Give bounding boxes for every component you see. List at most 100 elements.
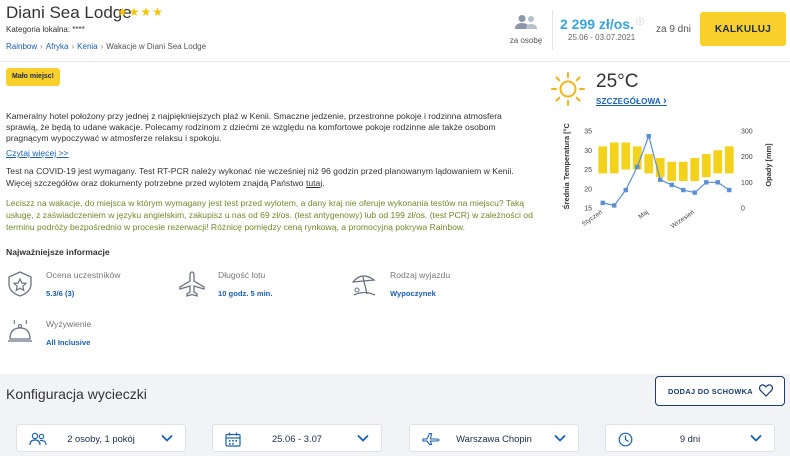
duration-select[interactable]: 9 dni	[605, 424, 775, 452]
trip-days: za 9 dni	[656, 24, 692, 35]
weather-details-label: SZCZEGÓŁOWA	[596, 97, 661, 106]
dates-value: 25.06 - 3.07	[271, 433, 323, 444]
chart-bar	[690, 157, 700, 182]
price-per-person: 2 299 zł/os. ⓘ	[560, 16, 644, 32]
covid-text-end: .	[322, 177, 325, 188]
info-trip-title: Rodzaj wyjazdu	[390, 270, 451, 280]
breadcrumb-rainbow[interactable]: Rainbow	[6, 42, 37, 51]
read-more-link[interactable]: Czytaj więcej >>	[6, 148, 69, 158]
chevron-down-icon	[554, 434, 566, 442]
chart-ylabel-left: Średnia Temperatura [°C]	[562, 123, 571, 209]
chart-ytick-right: 0	[741, 206, 745, 213]
chart-ytick-left: 35	[584, 129, 592, 136]
trip-configuration: Konfiguracja wycieczki DODAJ DO SCHOWKA …	[0, 374, 790, 456]
info-flight-length: Długość lotu 10 godz. 5 min.	[178, 270, 348, 304]
chart-point	[704, 180, 709, 185]
chart-ytick-right: 200	[741, 154, 753, 161]
info-rating-value[interactable]: 5.3/6 (3)	[46, 289, 74, 298]
chevron-down-icon	[357, 434, 369, 442]
chevron-right-icon: ›	[663, 95, 667, 107]
covid-info: Test na COVID-19 jest wymagany. Test RT-…	[6, 166, 536, 189]
participants-value: 2 osoby, 1 pokój	[67, 433, 135, 444]
chart-point	[715, 180, 720, 185]
local-category: Kategoria lokalna: ****	[6, 25, 85, 34]
divider	[552, 10, 553, 50]
covid-text: Test na COVID-19 jest wymagany. Test RT-…	[6, 166, 514, 188]
departure-airport-select[interactable]: Warszawa Chopin	[409, 424, 579, 452]
chart-point	[727, 187, 732, 193]
chart-point	[658, 177, 663, 182]
chart-ytick-left: 30	[584, 148, 592, 155]
chart-bar	[701, 154, 711, 178]
chart-point	[612, 203, 617, 208]
dates-select[interactable]: 25.06 - 3.07	[212, 424, 382, 452]
add-to-clipboard-label: DODAJ DO SCHOWKA	[668, 386, 753, 396]
breadcrumb-current: Wakacje w Diani Sea Lodge	[106, 42, 207, 51]
people-icon	[515, 15, 537, 29]
info-trip-value[interactable]: Wypoczynek	[390, 289, 436, 298]
chevron-down-icon	[161, 434, 173, 442]
info-board-title: Wyżywienie	[46, 319, 92, 329]
heart-icon	[759, 384, 773, 397]
chart-bar	[713, 150, 723, 174]
star-shield-icon	[8, 271, 32, 297]
chart-bar	[598, 146, 608, 174]
info-trip-type: Rodzaj wyjazdu Wypoczynek	[350, 270, 520, 304]
chart-point	[600, 200, 605, 206]
info-rating: Ocena uczestników 5.3/6 (3)	[6, 270, 176, 304]
persons-selector[interactable]: za osobę	[506, 14, 546, 45]
hotel-stars: ★★★★	[117, 5, 165, 19]
chart-xtick: Wrzesień	[670, 209, 696, 230]
info-board: Wyżywienie All Inclusive	[6, 319, 176, 353]
price-value: 2 299 zł/os.	[560, 16, 634, 32]
info-board-value[interactable]: All Inclusive	[46, 338, 90, 347]
info-flight-title: Długość lotu	[218, 270, 266, 280]
chevron-down-icon	[750, 434, 762, 442]
breadcrumb-kenia[interactable]: Kenia	[77, 42, 97, 51]
covid-link[interactable]: tutaj	[306, 178, 322, 188]
configuration-title: Konfiguracja wycieczki	[6, 386, 147, 402]
chevron-right-icon: ›	[100, 42, 104, 51]
calculate-button[interactable]: KALKULUJ	[700, 12, 786, 46]
chart-ytick-right: 100	[741, 180, 753, 187]
covid-test-offer: Leciszz na wakacje, do miejsca w którym …	[6, 198, 533, 232]
chart-point	[681, 187, 686, 193]
trip-dates: 25.06 - 03.07.2021	[568, 33, 636, 42]
chart-point	[692, 190, 697, 195]
hotel-description: Kameralny hotel położony przy jednej z n…	[6, 111, 502, 143]
beach-umbrella-icon	[351, 275, 376, 296]
chart-point	[646, 133, 651, 139]
current-temperature: 25°C	[596, 71, 639, 92]
duration-value: 9 dni	[679, 433, 701, 444]
chart-ytick-right: 300	[741, 129, 753, 136]
chart-bar	[644, 154, 654, 174]
chart-bar	[724, 146, 734, 174]
chart-bar	[667, 161, 677, 182]
chart-bar	[609, 142, 619, 174]
food-cloche-icon	[8, 319, 32, 342]
persons-label: za osobę	[509, 36, 543, 45]
chart-bar	[678, 161, 688, 182]
sun-icon	[551, 72, 585, 106]
info-rating-title: Ocena uczestników	[46, 270, 121, 280]
chart-bar	[621, 142, 631, 170]
chart-xtick: Maj	[637, 209, 650, 221]
weather-details-link[interactable]: SZCZEGÓŁOWA ›	[596, 95, 667, 107]
chevron-right-icon: ›	[40, 42, 43, 51]
airport-value: Warszawa Chopin	[456, 433, 532, 444]
hotel-title: Diani Sea Lodge	[6, 3, 132, 22]
key-info-title: Najważniejsze informacje	[6, 247, 110, 257]
page-header: Diani Sea Lodge ★★★★ Kategoria lokalna: …	[0, 0, 790, 62]
breadcrumb-afryka[interactable]: Afryka	[46, 42, 69, 51]
add-to-clipboard-button[interactable]: DODAJ DO SCHOWKA	[655, 376, 785, 406]
hotel-overview: Mało miejsc! Kameralny hotel położony pr…	[0, 63, 790, 374]
info-icon[interactable]: ⓘ	[636, 17, 644, 26]
chart-ytick-left: 20	[584, 186, 592, 193]
info-flight-value[interactable]: 10 godz. 5 min.	[218, 289, 272, 298]
chevron-right-icon: ›	[71, 42, 75, 51]
chart-point	[635, 164, 640, 170]
plane-icon	[179, 271, 205, 297]
participants-select[interactable]: 2 osoby, 1 pokój	[16, 424, 186, 452]
chart-ytick-left: 25	[584, 167, 592, 174]
chart-point	[669, 182, 674, 188]
